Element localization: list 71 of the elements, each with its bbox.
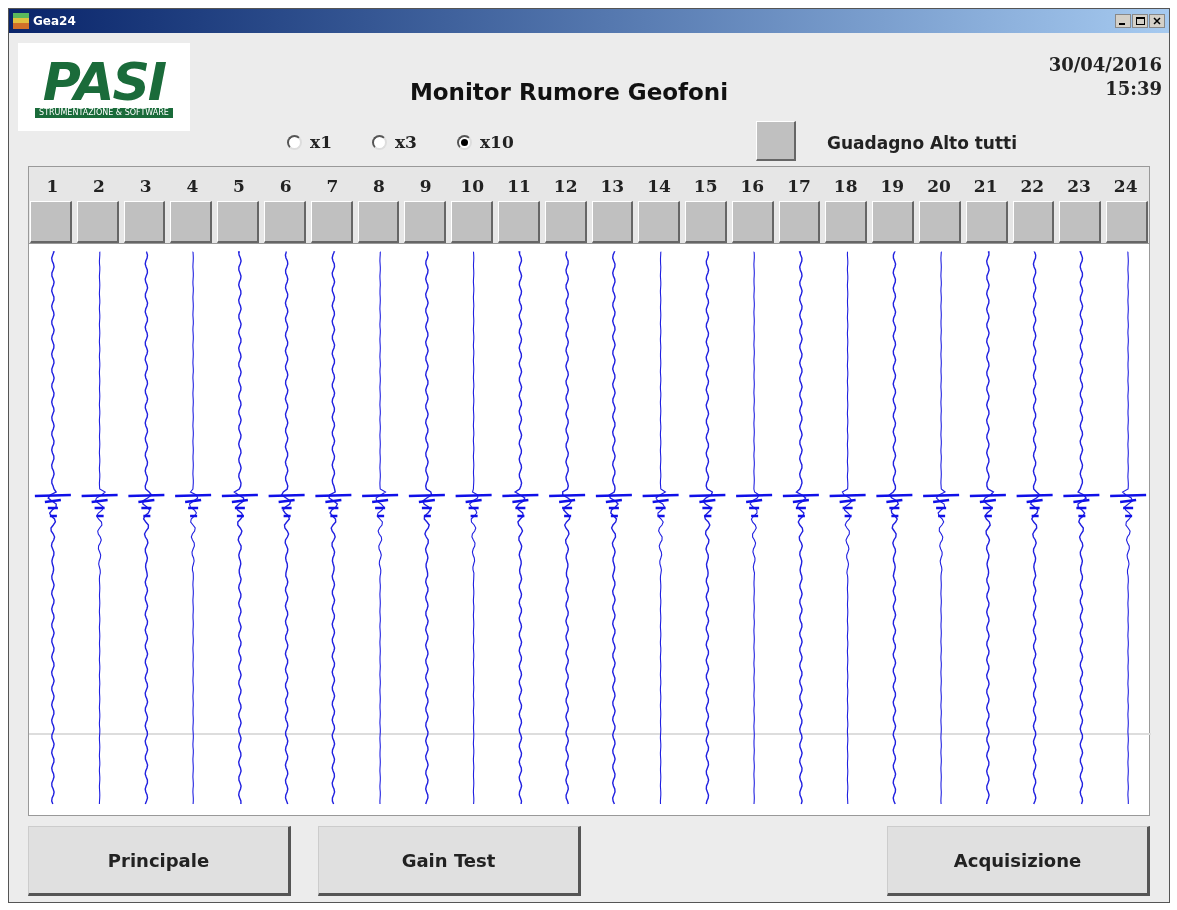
- channel-toggle[interactable]: [1106, 201, 1148, 243]
- channel-number: 17: [786, 174, 812, 198]
- channel-toggle[interactable]: [778, 201, 821, 243]
- channel-toggle[interactable]: [217, 201, 259, 243]
- channel-number: 8: [372, 174, 386, 198]
- channel-toggle[interactable]: [965, 201, 1008, 243]
- channel-toggle[interactable]: [497, 201, 540, 243]
- channel-toggle[interactable]: [170, 201, 213, 243]
- channel-number: 16: [739, 174, 766, 198]
- channel-number: 12: [552, 174, 579, 198]
- channel-toggle[interactable]: [825, 201, 868, 243]
- channel-number: 7: [325, 174, 340, 198]
- channel-toggle[interactable]: [685, 201, 727, 243]
- channel-number: 14: [646, 174, 672, 198]
- channel-toggle[interactable]: [1012, 201, 1055, 243]
- channel-number: 6: [278, 174, 293, 198]
- radio-button[interactable]: [371, 135, 387, 151]
- channel-toggle[interactable]: [591, 201, 634, 243]
- radio-label: x1: [310, 131, 332, 154]
- maximize-button[interactable]: [1132, 14, 1148, 28]
- radio-button[interactable]: [456, 135, 472, 151]
- channel-toggle[interactable]: [451, 201, 493, 243]
- time-text: 15:39: [1105, 77, 1162, 101]
- maximize-icon: [1135, 17, 1145, 25]
- channel-number: 3: [138, 174, 153, 198]
- channel-number: 20: [926, 174, 952, 198]
- nav-button[interactable]: Gain Test: [318, 826, 581, 896]
- channel-number: 5: [232, 174, 246, 198]
- close-icon: [1153, 17, 1161, 25]
- channel-number: 9: [418, 174, 433, 198]
- logo-tagline: STRUMENTAZIONE & SOFTWARE: [35, 108, 173, 118]
- channel-toggle[interactable]: [872, 201, 915, 243]
- channel-number: 24: [1112, 174, 1139, 198]
- gain-all-toggle[interactable]: [756, 121, 796, 161]
- radio-button[interactable]: [287, 135, 302, 151]
- radio-label: x10: [479, 131, 514, 154]
- nav-button[interactable]: Acquisizione: [887, 826, 1150, 896]
- channel-toggle[interactable]: [263, 201, 306, 243]
- close-button[interactable]: [1149, 14, 1165, 28]
- channel-toggle[interactable]: [76, 201, 119, 243]
- screen-title: Monitor Rumore Geofoni: [408, 78, 730, 107]
- channel-toggle[interactable]: [30, 201, 72, 243]
- app-icon: [13, 13, 29, 29]
- channel-number: 15: [692, 174, 719, 198]
- date-text: 30/04/2016: [1048, 53, 1162, 77]
- channel-number: 4: [185, 174, 200, 198]
- nav-button[interactable]: Principale: [28, 826, 291, 896]
- channel-toggle[interactable]: [1059, 201, 1102, 243]
- channel-toggle[interactable]: [357, 201, 400, 243]
- channel-toggle[interactable]: [310, 201, 353, 243]
- channel-toggle[interactable]: [919, 201, 961, 243]
- channel-number: 13: [599, 174, 626, 198]
- minimize-button[interactable]: [1115, 14, 1131, 28]
- gain-all-label: Guadagno Alto tutti: [827, 132, 1018, 155]
- channel-toggle[interactable]: [404, 201, 447, 243]
- channel-toggle[interactable]: [731, 201, 774, 243]
- channel-toggle[interactable]: [638, 201, 681, 243]
- channel-number: 10: [459, 174, 486, 198]
- radio-label: x3: [394, 131, 417, 154]
- channel-number: 23: [1066, 174, 1092, 198]
- channel-toggle[interactable]: [544, 201, 587, 243]
- channel-number: 19: [879, 174, 906, 198]
- channel-number: 1: [45, 174, 60, 198]
- channel-number: 21: [972, 174, 999, 198]
- channel-toggle[interactable]: [123, 201, 166, 243]
- logo-text: PASI: [42, 56, 166, 108]
- window-title: Gea24: [33, 13, 76, 30]
- channel-number: 11: [506, 174, 532, 198]
- channel-number: 18: [832, 174, 859, 198]
- channel-number: 22: [1019, 174, 1046, 198]
- channel-number: 2: [92, 174, 106, 198]
